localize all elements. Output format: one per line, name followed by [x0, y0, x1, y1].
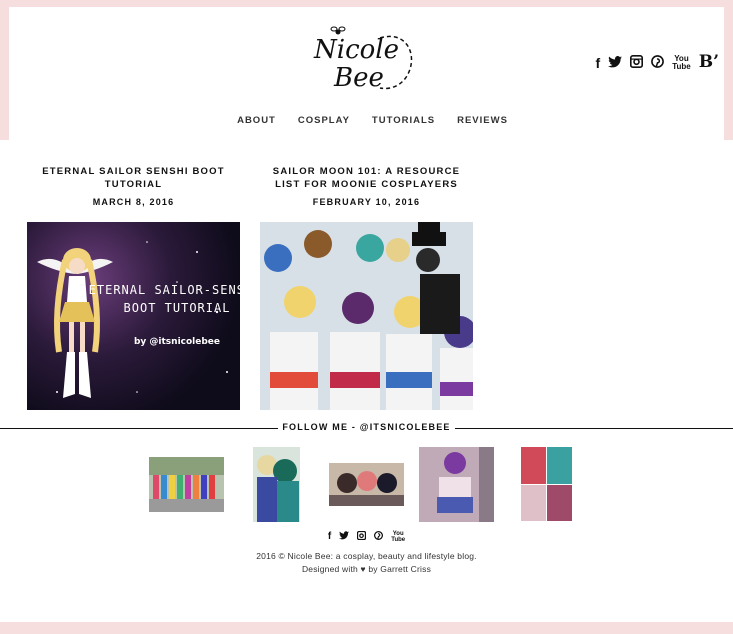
instagram-photo-4-art	[419, 447, 494, 522]
instagram-photo-5[interactable]	[521, 447, 572, 521]
nav-item-about[interactable]: ABOUT	[237, 115, 276, 126]
post-card-1: ETERNAL SAILOR SENSHI BOOT TUTORIAL MARC…	[27, 165, 240, 207]
svg-text:by @itsnicolebee: by @itsnicolebee	[134, 337, 220, 347]
header-social-icons: f You Tube B’	[596, 54, 719, 71]
twitter-icon[interactable]	[608, 55, 623, 70]
post-title[interactable]: ETERNAL SAILOR SENSHI BOOT TUTORIAL	[27, 165, 240, 191]
instagram-photo-2[interactable]	[253, 447, 300, 522]
facebook-icon[interactable]: f	[328, 531, 331, 543]
instagram-photo-5-art	[521, 447, 572, 521]
youtube-icon[interactable]: You Tube	[391, 531, 405, 543]
instagram-photo-1[interactable]	[149, 457, 224, 512]
page-frame-top	[0, 0, 733, 7]
main-nav: ABOUT COSPLAY TUTORIALS REVIEWS	[0, 115, 733, 126]
post-thumbnail-2[interactable]	[260, 222, 473, 410]
logo-graphic: Nicole Bee	[313, 26, 413, 93]
post-date: FEBRUARY 10, 2016	[312, 197, 421, 207]
instagram-icon[interactable]	[630, 55, 644, 70]
youtube-icon[interactable]: You Tube	[672, 54, 691, 71]
instagram-photo-3[interactable]	[329, 463, 404, 506]
svg-text:Nicole: Nicole	[313, 35, 399, 65]
bloglovin-icon[interactable]: B’	[699, 54, 719, 71]
nav-item-cosplay[interactable]: COSPLAY	[298, 115, 350, 126]
follow-divider: FOLLOW ME - @ITSNICOLEBEE	[0, 422, 733, 434]
site-logo[interactable]: Nicole Bee	[308, 24, 420, 96]
facebook-icon[interactable]: f	[596, 56, 601, 70]
footer-copyright: 2016 © Nicole Bee: a cosplay, beauty and…	[256, 551, 477, 561]
divider-line-right	[455, 428, 733, 429]
svg-text:ETERNAL SAILOR-SENSHI: ETERNAL SAILOR-SENSHI	[89, 283, 240, 297]
nav-item-reviews[interactable]: REVIEWS	[457, 115, 508, 126]
pinterest-icon[interactable]	[651, 55, 665, 70]
nav-item-tutorials[interactable]: TUTORIALS	[372, 115, 435, 126]
instagram-photo-3-art	[329, 463, 404, 506]
post-date: MARCH 8, 2016	[92, 197, 175, 207]
page-frame-bottom	[0, 622, 733, 634]
instagram-icon[interactable]	[357, 530, 367, 543]
twitter-icon[interactable]	[339, 531, 350, 543]
footer-credit[interactable]: Designed with ♥ by Garrett Criss	[0, 564, 733, 574]
post-thumbnail-2-art	[260, 222, 473, 410]
footer-social-icons: f You Tube	[0, 530, 733, 543]
pinterest-icon[interactable]	[374, 531, 384, 543]
svg-text:BOOT TUTORIAL: BOOT TUTORIAL	[124, 301, 231, 315]
instagram-photo-1-art	[149, 457, 224, 512]
instagram-photo-4[interactable]	[419, 447, 494, 522]
instagram-photo-2-art	[253, 447, 300, 522]
svg-text:Bee: Bee	[333, 63, 384, 93]
post-thumbnail-1-art: ETERNAL SAILOR-SENSHI BOOT TUTORIAL by @…	[37, 241, 240, 398]
follow-label[interactable]: FOLLOW ME - @ITSNICOLEBEE	[0, 422, 733, 432]
post-title[interactable]: SAILOR MOON 101: A RESOURCE LIST FOR MOO…	[260, 165, 473, 191]
post-thumbnail-1[interactable]: ETERNAL SAILOR-SENSHI BOOT TUTORIAL by @…	[27, 222, 240, 410]
post-card-2: SAILOR MOON 101: A RESOURCE LIST FOR MOO…	[260, 165, 473, 207]
